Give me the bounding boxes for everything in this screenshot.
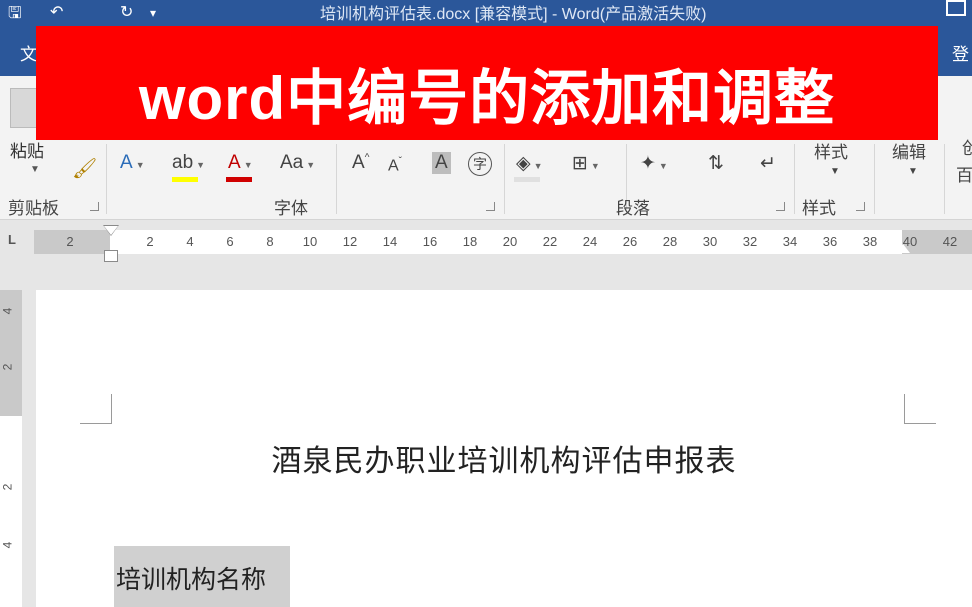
borders-icon[interactable]: ⊞ ▼ [572, 152, 600, 175]
change-case-icon[interactable]: Aa ▼ [280, 152, 315, 174]
sort-icon[interactable]: ⇅ [708, 152, 724, 175]
partial-tool-label-bottom[interactable]: 百 [956, 161, 972, 186]
ruler-tick: 16 [422, 234, 438, 249]
ruler-tick: 30 [702, 234, 718, 249]
vruler-tick: 4 [0, 307, 15, 315]
ruler-tick: 4 [186, 234, 194, 249]
asian-layout-icon[interactable]: ✦ ▼ [640, 152, 668, 175]
show-marks-icon[interactable]: ↵ [760, 152, 776, 175]
document-title[interactable]: 酒泉民办职业培训机构评估申报表 [36, 436, 972, 480]
highlight-color-swatch [172, 177, 198, 182]
right-indent-marker[interactable] [896, 244, 910, 253]
ruler-tick: 6 [226, 234, 234, 249]
ruler-tick: 24 [582, 234, 598, 249]
ruler-tick: 2 [66, 234, 74, 249]
group-divider [336, 144, 337, 214]
shrink-font-icon[interactable]: Aˇ [388, 156, 402, 175]
ruler-tick: 22 [542, 234, 558, 249]
paragraph-launcher-icon[interactable] [776, 202, 785, 211]
vruler-tick: 4 [0, 541, 15, 549]
overlay-banner: word中编号的添加和调整 [36, 26, 938, 140]
vertical-ruler[interactable]: 4 2 2 4 [0, 290, 22, 607]
enclose-character-icon[interactable]: 字 [468, 152, 492, 176]
partial-tool-label-top[interactable]: 创 [962, 134, 972, 159]
font-launcher-icon[interactable] [486, 202, 495, 211]
ruler-tick: 26 [622, 234, 638, 249]
redo-icon[interactable]: ↻ [120, 2, 133, 22]
group-divider [106, 144, 107, 214]
customize-toolbar-icon[interactable]: ▾ [150, 6, 156, 20]
ruler-tick: 42 [942, 234, 958, 249]
save-icon[interactable]: 🖫 [8, 2, 22, 29]
highlight-color-icon[interactable]: ab ▼ [172, 152, 205, 174]
shading-swatch [514, 177, 540, 182]
font-color-swatch [226, 177, 252, 182]
vertical-ruler-text-area [0, 416, 22, 607]
group-divider [794, 144, 795, 214]
banner-text: word中编号的添加和调整 [138, 65, 836, 132]
font-color-icon[interactable]: A ▼ [228, 152, 253, 174]
group-divider [504, 144, 505, 214]
document-page[interactable]: 酒泉民办职业培训机构评估申报表 培训机构名称 [36, 290, 972, 607]
shading-icon[interactable]: ◈ ▼ [516, 152, 543, 175]
undo-icon[interactable]: ↶ [50, 2, 63, 22]
character-shading-icon[interactable]: A [432, 152, 451, 174]
paste-dropdown-icon[interactable]: ▼ [30, 164, 40, 175]
vruler-tick: 2 [0, 363, 15, 371]
format-painter-icon[interactable]: 🖌 [72, 156, 97, 181]
window-title: 培训机构评估表.docx [兼容模式] - Word(产品激活失败) [320, 6, 707, 23]
left-indent-marker[interactable] [104, 250, 118, 262]
tab-sign-in[interactable]: 登 [952, 40, 969, 65]
ruler-tick: 32 [742, 234, 758, 249]
ruler-tick: 38 [862, 234, 878, 249]
tab-selector[interactable]: L [8, 232, 16, 247]
ruler-area: L 2 2 4 6 8 10 12 14 16 18 20 22 24 26 2… [0, 220, 972, 290]
vruler-tick: 2 [0, 483, 15, 491]
ruler-tick: 34 [782, 234, 798, 249]
first-line-indent-fill [104, 226, 118, 235]
horizontal-ruler[interactable]: 2 2 4 6 8 10 12 14 16 18 20 22 24 26 28 … [34, 230, 972, 254]
margin-corner-top-right [904, 394, 936, 424]
ruler-tick: 20 [502, 234, 518, 249]
margin-corner-top-left [80, 394, 112, 424]
paste-button[interactable]: 粘贴 [10, 137, 44, 162]
editing-dropdown-icon[interactable]: ▼ [908, 166, 918, 177]
ruler-tick: 28 [662, 234, 678, 249]
group-divider [944, 144, 945, 214]
styles-launcher-icon[interactable] [856, 202, 865, 211]
tab-file[interactable]: 文 [20, 40, 37, 65]
font-group-label: 字体 [274, 199, 308, 218]
clipboard-launcher-icon[interactable] [90, 202, 99, 211]
ruler-tick: 18 [462, 234, 478, 249]
ruler-tick: 14 [382, 234, 398, 249]
ruler-tick: 8 [266, 234, 274, 249]
ruler-tick: 12 [342, 234, 358, 249]
clipboard-group-label: 剪贴板 [8, 199, 59, 218]
group-divider [874, 144, 875, 214]
ruler-tick: 36 [822, 234, 838, 249]
ruler-tick: 2 [146, 234, 154, 249]
restore-ribbon-icon[interactable] [946, 0, 966, 16]
table-cell-label: 培训机构名称 [116, 566, 267, 594]
ruler-tick: 10 [302, 234, 318, 249]
styles-dropdown-icon[interactable]: ▼ [830, 166, 840, 177]
editing-button[interactable]: 编辑 [892, 138, 926, 163]
paragraph-group-label: 段落 [616, 199, 650, 218]
styles-group-label: 样式 [802, 199, 836, 218]
styles-button[interactable]: 样式 [814, 138, 848, 163]
table-cell-selected[interactable]: 培训机构名称 [114, 546, 290, 607]
grow-font-icon[interactable]: A^ [352, 152, 369, 174]
text-effects-icon[interactable]: A ▼ [120, 152, 145, 174]
